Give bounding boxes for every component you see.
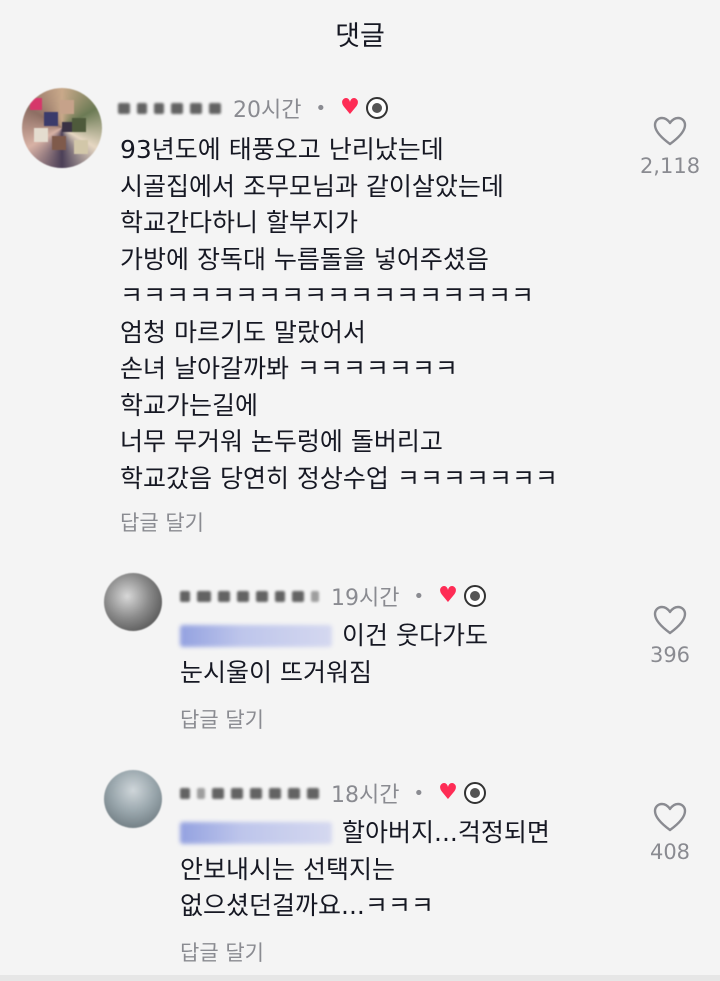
comment-line: 안보내시는 선택지는: [180, 854, 395, 884]
avatar[interactable]: [22, 88, 102, 168]
comment-meta: 18시간 • ♥: [180, 777, 486, 809]
reply-button[interactable]: 답글 달기: [180, 704, 264, 734]
creator-liked-heart-icon: ♥: [340, 95, 360, 120]
comment-text: 할아버지...걱정되면안보내시는 선택지는없으셨던걸까요...ㅋㅋㅋ: [180, 815, 550, 925]
comment-line: 이건 웃다가도: [342, 621, 488, 650]
avatar[interactable]: [104, 573, 162, 631]
comment-line: 눈시울이 뜨거워짐: [180, 657, 372, 687]
comment-line: 시골집에서 조무모님과 같이살았는데: [120, 171, 504, 201]
sheet-title: 댓글: [335, 21, 385, 52]
separator-dot: •: [315, 97, 327, 119]
username[interactable]: [118, 102, 221, 114]
mention-tag[interactable]: [180, 625, 332, 647]
separator-dot: •: [413, 585, 425, 607]
like-count: 396: [649, 643, 691, 667]
comment-line: 학교간다하니 할부지가: [120, 208, 358, 237]
avatar[interactable]: [104, 770, 162, 828]
comment-line: 93년도에 태풍오고 난리났는데: [120, 135, 444, 164]
like-button[interactable]: 396: [635, 605, 705, 667]
creator-liked-heart-icon: ♥: [438, 780, 458, 805]
mention-tag[interactable]: [180, 822, 332, 844]
username[interactable]: [180, 590, 319, 602]
creator-avatar-icon: [365, 97, 388, 119]
comment-line: 손녀 날아갈까봐 ㅋㅋㅋㅋㅋㅋㅋ: [120, 354, 458, 383]
like-button[interactable]: 408: [635, 802, 705, 864]
comment-line: 학교갔음 당연히 정상수업 ㅋㅋㅋㅋㅋㅋㅋ: [120, 463, 558, 493]
like-count: 408: [649, 840, 691, 864]
creator-avatar-icon: [463, 782, 486, 804]
comment-meta: 20시간 • ♥: [118, 92, 388, 124]
bottom-edge: [0, 975, 720, 981]
like-count: 2,118: [639, 154, 701, 178]
creator-liked-heart-icon: ♥: [438, 583, 458, 608]
comment-line: 너무 무거워 논두렁에 돌버리고: [120, 427, 443, 456]
comment-text: 93년도에 태풍오고 난리났는데시골집에서 조무모님과 같이살았는데학교간다하니…: [120, 132, 558, 497]
comment-time: 20시간: [233, 98, 302, 123]
comment-line: 엄청 마르기도 말랐어서: [120, 317, 366, 347]
comments-sheet: 댓글 20시간 • ♥ 93년도에 태풍오고 난리났는데시골집에서 조무모님과 …: [0, 0, 720, 975]
comment-line: 없으셨던걸까요...ㅋㅋㅋ: [180, 891, 434, 920]
comment-time: 19시간: [331, 586, 400, 611]
comment-text: 이건 웃다가도눈시울이 뜨거워짐: [180, 618, 488, 691]
username[interactable]: [180, 787, 319, 799]
separator-dot: •: [413, 782, 425, 804]
comment-meta: 19시간 • ♥: [180, 580, 486, 612]
comment-line: 할아버지...걱정되면: [342, 818, 550, 847]
heart-outline-icon[interactable]: [653, 802, 687, 832]
comment-line: 가방에 장독대 누름돌을 넣어주셨음: [120, 244, 489, 274]
reply-button[interactable]: 답글 달기: [180, 937, 264, 967]
comment-time: 18시간: [331, 783, 400, 808]
reply-button[interactable]: 답글 달기: [120, 507, 204, 537]
comment-line: ㅋㅋㅋㅋㅋㅋㅋㅋㅋㅋㅋㅋㅋㅋㅋㅋㅋㅋ: [120, 281, 535, 310]
like-button[interactable]: 2,118: [635, 116, 705, 178]
creator-avatar-icon: [463, 585, 486, 607]
comment-line: 학교가는길에: [120, 390, 259, 420]
heart-outline-icon[interactable]: [653, 116, 687, 146]
heart-outline-icon[interactable]: [653, 605, 687, 635]
